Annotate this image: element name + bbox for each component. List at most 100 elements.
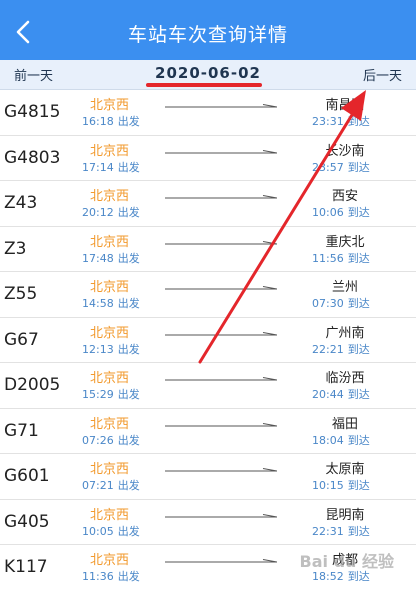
arrival-label: 到达: [347, 433, 370, 447]
route-arrow-icon: [165, 513, 277, 517]
arrival-label: 到达: [347, 342, 370, 356]
departure-label: 出发: [117, 251, 140, 265]
arrival-label: 到达: [347, 160, 370, 174]
route-arrow-icon: [165, 422, 277, 426]
route-arrow-icon: [165, 240, 277, 244]
train-row[interactable]: Z43 北京西 20:12 出发 西安 10:06 到达: [0, 181, 416, 227]
departure-label: 出发: [117, 524, 140, 538]
arrival-time: 20:44: [312, 388, 344, 401]
arrival-station: 昆明南: [325, 507, 365, 523]
arrival-station: 太原南: [325, 462, 365, 477]
departure-station: 北京西: [90, 189, 130, 204]
train-number: G71: [4, 420, 39, 441]
departure-station: 北京西: [90, 462, 130, 477]
departure-info: 12:13 出发: [82, 341, 140, 357]
arrival-time: 23:31: [312, 115, 344, 128]
train-number: K117: [4, 557, 48, 577]
departure-time: 17:14: [82, 160, 114, 174]
arrival-time: 22:31: [312, 524, 344, 538]
route-arrow-icon: [165, 195, 277, 199]
departure-info: 17:48 出发: [82, 250, 140, 266]
arrival-station: 南昌西: [325, 98, 365, 113]
departure-info: 20:12 出发: [82, 204, 140, 220]
train-number: G4803: [4, 147, 61, 168]
train-row[interactable]: G4815 北京西 16:18 出发 南昌西 23:31 到达: [0, 90, 416, 136]
watermark: Bai du 经验: [299, 552, 394, 571]
train-number: Z55: [4, 284, 38, 304]
departure-time: 16:18: [82, 115, 114, 128]
arrival-label: 到达: [347, 297, 370, 310]
departure-time: 10:05: [82, 524, 114, 538]
departure-station: 北京西: [90, 280, 130, 295]
departure-label: 出发: [117, 342, 140, 356]
arrival-label: 到达: [347, 479, 370, 492]
departure-station: 北京西: [90, 325, 130, 341]
arrival-info: 22:31 到达: [312, 523, 370, 539]
departure-time: 15:29: [82, 388, 114, 401]
departure-time: 14:58: [82, 297, 114, 310]
route-arrow-icon: [165, 377, 277, 381]
date-underline-annotation: [146, 83, 262, 87]
departure-station: 北京西: [90, 234, 130, 250]
route-arrow-icon: [165, 468, 277, 472]
departure-time: 07:21: [82, 479, 114, 492]
page-title: 车站车次查询详情: [127, 24, 288, 46]
arrival-time: 07:30: [312, 297, 344, 310]
arrival-station: 重庆北: [325, 234, 365, 250]
train-list: G4815 北京西 16:18 出发 南昌西 23:31 到达 G4803 北京西 …: [0, 90, 416, 590]
departure-station: 北京西: [90, 98, 130, 113]
next-day-button[interactable]: 后一天: [363, 65, 402, 84]
arrival-info: 11:56 到达: [312, 250, 370, 266]
train-row[interactable]: D2005 北京西 15:29 出发 临汾西 20:44 到达: [0, 363, 416, 409]
arrival-time: 11:56: [312, 251, 344, 265]
arrival-info: 23:57 到达: [312, 159, 370, 175]
departure-station: 北京西: [90, 371, 130, 386]
train-number: G4815: [4, 102, 61, 122]
departure-label: 出发: [117, 388, 140, 401]
train-row[interactable]: G601 北京西 07:21 出发 太原南 10:15 到达: [0, 454, 416, 500]
arrival-label: 到达: [347, 206, 370, 219]
route-arrow-icon: [165, 559, 277, 563]
departure-time: 17:48: [82, 251, 114, 265]
arrival-time: 18:04: [312, 433, 344, 447]
departure-info: 07:26 出发: [82, 432, 140, 448]
train-number: D2005: [4, 375, 61, 395]
departure-info: 07:21 出发: [82, 477, 140, 493]
arrival-info: 10:15 到达: [312, 477, 370, 493]
train-row[interactable]: Z3 北京西 17:48 出发 重庆北 11:56 到达: [0, 226, 416, 272]
departure-label: 出发: [117, 297, 140, 310]
departure-station: 北京西: [90, 416, 130, 432]
departure-info: 16:18 出发: [82, 113, 140, 129]
departure-label: 出发: [117, 479, 140, 492]
train-number: Z43: [4, 193, 38, 213]
train-row[interactable]: Z55 北京西 14:58 出发 兰州 07:30 到达: [0, 272, 416, 318]
arrival-station: 福田: [331, 416, 358, 432]
train-row[interactable]: G4803 北京西 17:14 出发 长沙南 23:57 到达: [0, 135, 416, 181]
departure-info: 15:29 出发: [82, 386, 140, 402]
arrival-time: 23:57: [312, 160, 344, 174]
route-arrow-icon: [165, 331, 277, 335]
arrival-label: 到达: [347, 524, 370, 538]
current-date[interactable]: 2020-06-02: [0, 64, 416, 82]
train-row[interactable]: G67 北京西 12:13 出发 广州南 22:21 到达: [0, 317, 416, 363]
train-row[interactable]: G405 北京西 10:05 出发 昆明南 22:31 到达: [0, 499, 416, 545]
departure-label: 出发: [117, 433, 140, 447]
arrival-info: 18:04 到达: [312, 432, 370, 448]
departure-station: 北京西: [90, 553, 130, 568]
departure-info: 17:14 出发: [82, 159, 140, 175]
departure-label: 出发: [117, 206, 140, 219]
departure-info: 10:05 出发: [82, 523, 140, 539]
departure-info: 11:36 出发: [82, 568, 140, 584]
train-row[interactable]: G71 北京西 07:26 出发 福田 18:04 到达: [0, 408, 416, 454]
departure-label: 出发: [117, 570, 140, 583]
app-header: 车站车次查询详情: [0, 0, 416, 60]
departure-label: 出发: [117, 160, 140, 174]
arrival-time: 10:15: [312, 479, 344, 492]
departure-info: 14:58 出发: [82, 295, 140, 311]
arrival-time: 10:06: [312, 206, 344, 219]
departure-time: 07:26: [82, 433, 114, 447]
arrival-label: 到达: [347, 388, 370, 401]
route-arrow-icon: [165, 286, 277, 290]
route-arrow-icon: [165, 104, 277, 108]
arrival-info: 22:21 到达: [312, 341, 370, 357]
